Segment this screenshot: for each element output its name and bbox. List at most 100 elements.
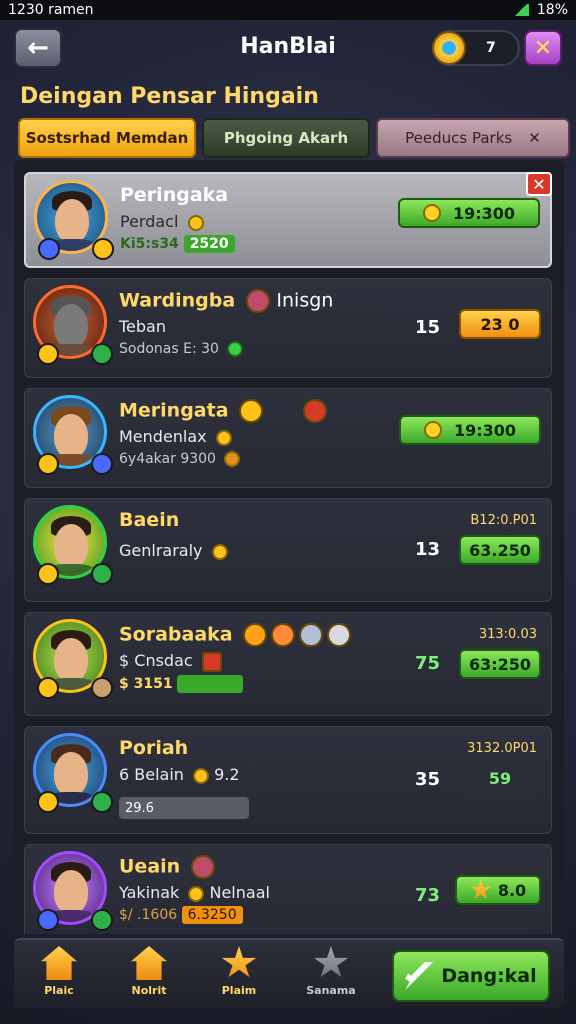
score-button[interactable]: 63.250 <box>459 535 541 565</box>
player-row[interactable]: Meringata Mendenlax 6y4akar 9300 19:300 <box>24 388 552 488</box>
nav-item-plaim[interactable]: Plaim <box>204 946 274 997</box>
bottom-nav: Plaic Nolrit Plaim Sanama Dang:kal <box>14 938 564 1008</box>
coin-icon <box>188 885 205 902</box>
player-id: B12:0.P01 <box>470 513 537 528</box>
chest-icon <box>190 855 215 879</box>
score-button[interactable]: 23 0 <box>459 309 541 339</box>
red-card-icon <box>201 651 222 672</box>
coin-icon <box>211 543 228 560</box>
status-time: 1230 ramen <box>8 2 94 18</box>
coin-icon <box>271 623 296 647</box>
battery-level: 18% <box>536 2 568 18</box>
coin-icon <box>224 451 241 467</box>
section-heading: Deingan Pensar Hingain <box>20 84 319 109</box>
nav-item-nolrit[interactable]: Nolrit <box>114 946 184 997</box>
chest-icon <box>245 289 270 313</box>
status-bar: 1230 ramen 18% <box>0 0 576 20</box>
coin-badge-icon <box>37 791 59 813</box>
player-stat: $/ .1606 6.3250 <box>119 906 243 924</box>
green-badge-icon <box>91 563 113 585</box>
player-row[interactable]: Sorabaaka $ Cnsdac $ 3151 313:0.03 75 63… <box>24 612 552 716</box>
chest-icon <box>299 623 324 647</box>
nav-item-sanama[interactable]: Sanama <box>296 946 366 997</box>
coin-icon <box>422 204 441 222</box>
score-button[interactable]: 19:300 <box>399 415 541 445</box>
close-icon: ✕ <box>532 174 546 194</box>
rank-value: 75 <box>415 653 441 674</box>
progress-bar <box>177 675 244 693</box>
rank-value: 73 <box>415 885 441 906</box>
player-row[interactable]: Baein Genlraraly B12:0.P01 13 63.250 <box>24 498 552 602</box>
player-subtitle: Perdacl <box>120 212 204 231</box>
player-subtitle: Teban <box>119 317 166 336</box>
player-name: Meringata <box>119 399 328 423</box>
player-row[interactable]: Wardingba Inisgn Teban Sodonas E: 30 15 … <box>24 278 552 378</box>
coin-value: 7 <box>486 40 496 56</box>
coin-badge-icon <box>37 343 59 365</box>
score-button[interactable]: 8.0 <box>455 875 541 905</box>
player-subtitle: 6 Belain 9.2 <box>119 765 240 784</box>
player-id: 3132.0P01 <box>467 741 537 756</box>
player-row[interactable]: Peringaka Perdacl Ki5:s34 2520 19:300 ✕ <box>24 172 552 268</box>
coin-badge-icon <box>37 453 59 475</box>
green-badge-icon <box>91 791 113 813</box>
gift-icon <box>303 399 328 423</box>
sword-icon <box>405 962 434 990</box>
player-stat: Sodonas E: 30 <box>119 341 244 357</box>
tab-bar: Sostsrhad Memdan Phgoing Akarh Peeducs P… <box>18 118 570 158</box>
score-button[interactable]: 63:250 <box>459 649 541 679</box>
signal-icon <box>512 4 529 16</box>
coin-icon <box>187 214 204 231</box>
coin-badge-icon <box>37 563 59 585</box>
card-icon <box>327 623 352 647</box>
player-list[interactable]: Peringaka Perdacl Ki5:s34 2520 19:300 ✕ … <box>14 160 564 934</box>
rank-value: 35 <box>415 769 441 790</box>
tab-close-icon[interactable]: ✕ <box>528 129 541 147</box>
close-icon: ✕ <box>533 35 553 61</box>
player-name: Wardingba Inisgn <box>119 289 334 313</box>
coin-icon <box>193 767 210 784</box>
coin-icon <box>243 623 268 647</box>
top-bar: ← HanBlai 7 ✕ <box>0 26 576 70</box>
battle-button[interactable]: Dang:kal <box>392 950 550 1002</box>
trophy-icon <box>239 399 264 423</box>
player-stat: 6y4akar 9300 <box>119 451 241 467</box>
green-badge-icon <box>91 909 113 931</box>
tab-phgoing[interactable]: Phgoing Akarh <box>202 118 370 158</box>
player-row[interactable]: Ueain Yakinak Nelnaal $/ .1606 6.3250 73… <box>24 844 552 934</box>
player-subtitle: Mendenlax <box>119 427 232 446</box>
nav-item-plaic[interactable]: Plaic <box>24 946 94 997</box>
player-name: Poriah <box>119 737 189 759</box>
star-icon <box>470 879 492 900</box>
close-button[interactable]: ✕ <box>524 30 562 66</box>
tab-peeducs[interactable]: Peeducs Parks ✕ <box>376 118 570 158</box>
score-button[interactable]: 19:300 <box>398 198 540 228</box>
player-stat: $ 3151 <box>119 675 244 693</box>
coin-icon <box>423 421 442 439</box>
rank-value: 15 <box>415 317 441 338</box>
blue-badge-icon <box>37 909 59 931</box>
player-name: Peringaka <box>120 184 229 206</box>
star-icon <box>221 946 257 977</box>
score-value[interactable]: 59 <box>459 763 541 793</box>
player-row[interactable]: Poriah 6 Belain 9.2 29.6 3132.0P01 35 59 <box>24 726 552 834</box>
rank-value: 13 <box>415 539 441 560</box>
level-badge-icon <box>38 238 60 260</box>
coin-badge-icon <box>92 238 114 260</box>
progress-bar: 29.6 <box>119 797 249 819</box>
coin-icon <box>432 31 466 65</box>
player-name: Ueain <box>119 855 215 879</box>
player-name: Sorabaaka <box>119 623 352 647</box>
player-subtitle: Yakinak Nelnaal <box>119 883 270 902</box>
player-subtitle: $ Cnsdac <box>119 651 222 672</box>
green-badge-icon <box>91 343 113 365</box>
coin-counter[interactable]: 7 <box>432 30 520 66</box>
tab-sostsrhad[interactable]: Sostsrhad Memdan <box>18 118 196 158</box>
house-icon <box>41 946 77 980</box>
coin-icon <box>215 429 232 446</box>
remove-button[interactable]: ✕ <box>526 172 552 196</box>
player-stat: Ki5:s34 2520 <box>120 235 235 253</box>
coin-badge-icon <box>37 677 59 699</box>
gem-icon <box>227 341 244 357</box>
blue-badge-icon <box>91 453 113 475</box>
